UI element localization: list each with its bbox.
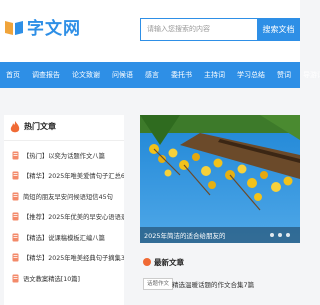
banner-carousel[interactable]: 2025年简洁的适合给朋友的 [140, 115, 300, 243]
category-tag[interactable]: 话题作文 [143, 278, 174, 290]
carousel-dot[interactable] [278, 233, 282, 237]
book-icon [5, 20, 23, 35]
carousel-dot[interactable] [270, 233, 274, 237]
hot-articles-list: 【热门】以奕为话题作文八篇 【精华】2025年唯美爱情句子汇总60条 简短的朋友… [4, 145, 124, 289]
search-button[interactable]: 搜索文档 [257, 18, 300, 41]
site-logo[interactable]: 字文网 [4, 14, 81, 39]
list-item-title: 简短的朋友早安问候语短信45句 [23, 193, 113, 201]
latest-articles-section: 最新文章 话题作文 精选温暖话题的作文合集7篇 [140, 254, 300, 300]
list-item-title: 【推荐】2025年优美的早安心语语录摘 [23, 214, 124, 222]
list-item[interactable]: 【热门】以奕为话题作文八篇 [4, 145, 124, 166]
nav-item-thesis-thanks[interactable]: 论文致谢 [66, 62, 106, 88]
list-item[interactable]: 【推荐】2025年优美的早安心语语录摘 [4, 207, 124, 228]
nav-item-survey-report[interactable]: 调查报告 [26, 62, 66, 88]
document-icon [12, 151, 19, 160]
list-item[interactable]: 【精华】2025年唯美爱情句子汇总60条 [4, 166, 124, 187]
fire-icon [10, 121, 20, 133]
site-header: 字文网 请输入您搜索的内容 搜索文档 [0, 0, 300, 62]
banner-caption[interactable]: 2025年简洁的适合给朋友的 [144, 230, 226, 240]
logo-text: 字文网 [27, 19, 81, 39]
list-item-title: 【精华】2025年唯美经典句子摘集39句 [23, 255, 124, 263]
nav-item-host-script[interactable]: 主持词 [198, 62, 231, 88]
carousel-dot[interactable] [286, 233, 290, 237]
nav-item-tour-guide[interactable]: 导游词 [297, 62, 320, 88]
main-nav: 首页 调查报告 论文致谢 问候语 感言 委托书 主持词 学习总结 赞词 导游词 [0, 62, 320, 88]
nav-item-authorization[interactable]: 委托书 [165, 62, 198, 88]
nav-item-greetings[interactable]: 问候语 [106, 62, 139, 88]
document-icon [12, 233, 19, 242]
list-item[interactable]: 简短的朋友早安问候语短信45句 [4, 186, 124, 207]
nav-item-home[interactable]: 首页 [0, 62, 26, 88]
hot-articles-panel: 热门文章 【热门】以奕为话题作文八篇 【精华】2025年唯美爱情句子汇总60条 … [4, 115, 124, 305]
list-item-title: 【精华】2025年唯美爱情句子汇总60条 [23, 173, 124, 181]
latest-article-link[interactable]: 精选温暖话题的作文合集7篇 [172, 279, 254, 289]
search-input[interactable]: 请输入您搜索的内容 [140, 18, 257, 41]
banner-caption-bar: 2025年简洁的适合给朋友的 [140, 227, 300, 243]
hot-articles-title: 热门文章 [24, 122, 56, 131]
list-item[interactable]: 【精选】说课稿模板汇编八篇 [4, 227, 124, 248]
document-icon [12, 171, 19, 180]
list-item-title: 【精选】说课稿模板汇编八篇 [23, 234, 105, 242]
latest-icon [143, 258, 151, 266]
document-icon [12, 253, 19, 262]
nav-item-study-summary[interactable]: 学习总结 [231, 62, 271, 88]
list-item-title: 语文教案精选[10篇] [23, 275, 81, 283]
latest-articles-title: 最新文章 [154, 258, 184, 267]
list-item[interactable]: 【精华】2025年唯美经典句子摘集39句 [4, 248, 124, 269]
list-item[interactable]: 语文教案精选[10篇] [4, 268, 124, 289]
nav-item-reflections[interactable]: 感言 [139, 62, 165, 88]
document-icon [12, 192, 19, 201]
list-item-title: 【热门】以奕为话题作文八篇 [23, 152, 105, 160]
document-icon [12, 212, 19, 221]
hot-articles-header: 热门文章 [4, 115, 124, 141]
banner-image [140, 115, 300, 243]
nav-item-praise[interactable]: 赞词 [271, 62, 297, 88]
document-icon [12, 274, 19, 283]
